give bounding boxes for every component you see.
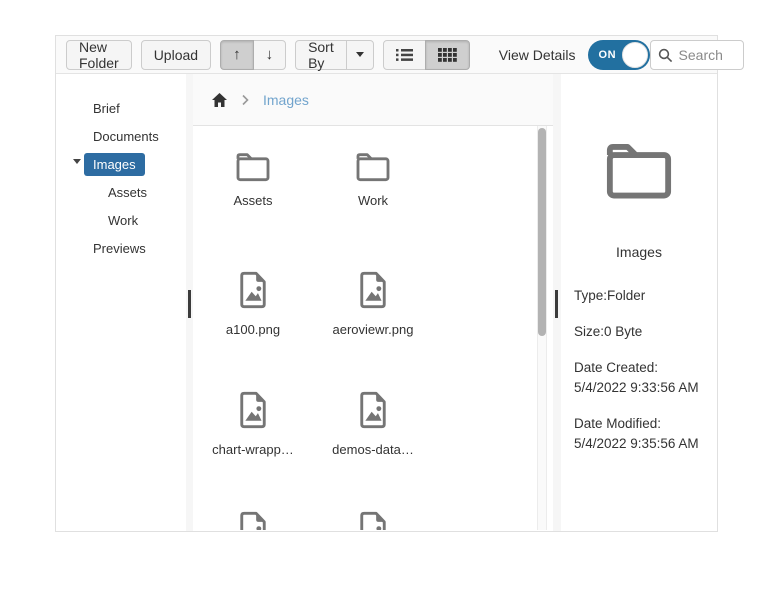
file-grid: Assets Work a100.png aeroviewr.png chart… xyxy=(193,126,537,530)
toggle-on-label: ON xyxy=(598,48,617,61)
folder-tree: Brief Documents Images Assets Work Previ… xyxy=(56,74,186,531)
tree-expand-icon[interactable] xyxy=(73,159,81,164)
sort-by-split-button: Sort By xyxy=(295,39,374,71)
details-type: Type:Folder xyxy=(574,288,646,303)
folder-icon xyxy=(356,153,390,182)
details-modified: Date Modified: 5/4/2022 9:35:56 AM xyxy=(574,416,699,451)
tree-item-documents[interactable]: Documents xyxy=(56,122,186,150)
list-view-icon xyxy=(395,48,413,62)
sort-by-button[interactable]: Sort By xyxy=(295,39,347,71)
breadcrumb-current-folder[interactable]: Images xyxy=(263,92,309,108)
file-tile-demos-data[interactable]: demos-data… xyxy=(313,378,433,498)
sort-ascending-button[interactable]: ↑ xyxy=(220,39,254,70)
search-box xyxy=(649,39,744,70)
grid-view-button[interactable] xyxy=(424,39,470,70)
list-view-button[interactable] xyxy=(382,39,426,70)
arrow-down-icon: ↓ xyxy=(265,46,274,63)
splitter-handle[interactable] xyxy=(555,290,558,318)
sort-descending-button[interactable]: ↓ xyxy=(252,39,287,70)
file-view-panel: Images Assets Work a100.png aeroviewr.pn… xyxy=(193,74,553,531)
tree-item-work[interactable]: Work xyxy=(56,206,186,234)
home-icon[interactable] xyxy=(211,92,228,108)
folder-icon-large xyxy=(606,144,672,199)
file-tile-work[interactable]: Work xyxy=(313,138,433,258)
view-switch-group xyxy=(382,39,470,70)
content-area: Brief Documents Images Assets Work Previ… xyxy=(56,74,717,531)
details-item-name: Images xyxy=(616,244,662,260)
tree-item-assets[interactable]: Assets xyxy=(56,178,186,206)
image-file-icon xyxy=(360,271,386,309)
file-tile-chart-wrapper[interactable]: chart-wrapp… xyxy=(193,378,313,498)
left-splitter[interactable] xyxy=(186,74,193,531)
image-file-icon xyxy=(240,391,266,429)
arrow-up-icon: ↑ xyxy=(233,46,241,63)
search-icon xyxy=(658,48,672,62)
file-tile-partial-2[interactable] xyxy=(313,498,433,530)
tree-item-previews[interactable]: Previews xyxy=(56,234,186,262)
details-size: Size:0 Byte xyxy=(574,324,643,339)
splitter-handle[interactable] xyxy=(188,290,191,318)
image-file-icon xyxy=(240,511,266,530)
details-panel: Images Type:Folder Size:0 Byte Date Crea… xyxy=(561,74,717,531)
scrollbar-thumb[interactable] xyxy=(538,128,546,336)
tree-item-images[interactable]: Images xyxy=(56,150,186,178)
image-file-icon xyxy=(240,271,266,309)
upload-button[interactable]: Upload xyxy=(140,39,212,70)
file-manager: New Folder Upload ↑ ↓ Sort By View Detai… xyxy=(55,35,744,532)
view-details-label: View Details xyxy=(498,46,576,63)
image-file-icon xyxy=(360,391,386,429)
sort-order-group: ↑ ↓ xyxy=(220,39,287,70)
breadcrumb-separator-icon xyxy=(242,94,249,106)
tree-item-brief[interactable]: Brief xyxy=(56,94,186,122)
toggle-knob xyxy=(621,41,648,68)
file-tile-a100[interactable]: a100.png xyxy=(193,258,313,378)
image-file-icon xyxy=(360,511,386,530)
toolbar: New Folder Upload ↑ ↓ Sort By View Detai… xyxy=(56,36,744,74)
new-folder-button[interactable]: New Folder xyxy=(66,39,132,71)
file-tile-assets[interactable]: Assets xyxy=(193,138,313,258)
view-details-toggle[interactable]: ON xyxy=(587,39,650,70)
folder-icon xyxy=(236,153,270,182)
right-splitter[interactable] xyxy=(553,74,561,531)
chevron-down-icon xyxy=(355,52,364,57)
file-tile-aeroviewr[interactable]: aeroviewr.png xyxy=(313,258,433,378)
grid-view-icon xyxy=(437,47,457,62)
file-tile-partial-1[interactable] xyxy=(193,498,313,530)
sort-by-dropdown-button[interactable] xyxy=(345,39,374,70)
details-created: Date Created: 5/4/2022 9:33:56 AM xyxy=(574,360,699,395)
vertical-scrollbar[interactable] xyxy=(537,126,547,530)
breadcrumb: Images xyxy=(193,74,553,126)
